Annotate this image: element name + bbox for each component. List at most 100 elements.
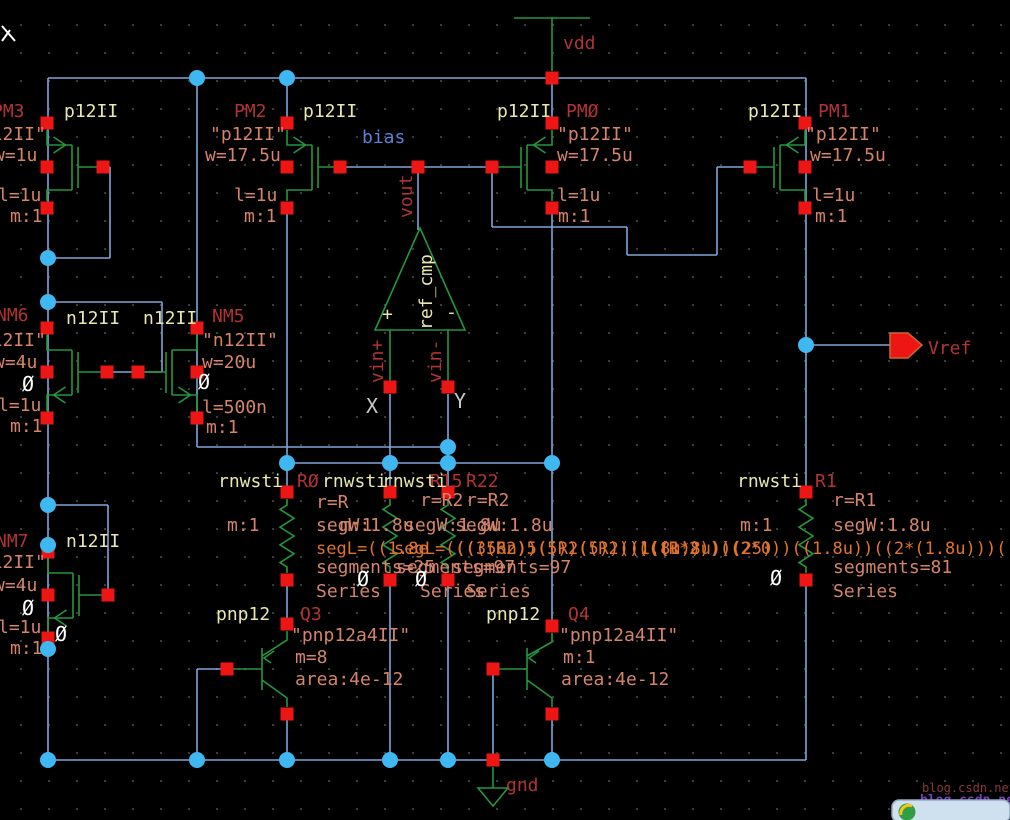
pnp-symbol-Q3[interactable] — [233, 631, 288, 707]
resistor-symbol-R1[interactable] — [797, 499, 815, 573]
vref-label[interactable]: Vref — [928, 338, 971, 359]
pin-square[interactable] — [40, 160, 54, 174]
nm7-l[interactable]: l=1u — [0, 617, 41, 638]
pm1-w[interactable]: w=17.5u — [810, 145, 886, 166]
nm5-w[interactable]: w=20u — [202, 352, 256, 373]
r1-segw[interactable]: segW:1.8u — [833, 515, 931, 536]
pin-square[interactable] — [545, 71, 559, 85]
nm6-cell[interactable]: n12II — [66, 308, 120, 329]
pm0-name[interactable]: PMØ — [566, 101, 599, 122]
rm2-segw[interactable]: segW:1.8u — [455, 515, 553, 536]
opamp-minus[interactable]: - — [446, 302, 457, 323]
pm1-m[interactable]: m:1 — [815, 206, 848, 227]
rm1-r[interactable]: r=R2 — [420, 490, 463, 511]
pm3-w[interactable]: w=1u — [0, 145, 37, 166]
q4-area[interactable]: area:4e-12 — [561, 669, 669, 690]
rm2-series[interactable]: Series — [466, 581, 531, 602]
nm7-name[interactable]: NM7 — [0, 531, 29, 552]
nmos-symbol-NM5[interactable] — [138, 335, 198, 411]
node-y-label[interactable]: Y — [454, 389, 466, 413]
nm6-name[interactable]: NM6 — [0, 305, 29, 326]
pin-square[interactable] — [486, 662, 500, 676]
pm2-name[interactable]: PM2 — [234, 101, 267, 122]
r1-segl[interactable]: (((R*2))((2*0))((1.8u))((2*(1.8u)))((1.8… — [638, 539, 1010, 559]
pm3-l[interactable]: l=1u — [0, 185, 41, 206]
rm2-cell[interactable]: rnwsti — [382, 471, 447, 492]
pm2-w[interactable]: w=17.5u — [205, 145, 281, 166]
pin-square[interactable] — [411, 160, 425, 174]
nm5-name[interactable]: NM5 — [212, 306, 245, 327]
q4-name[interactable]: Q4 — [568, 604, 590, 625]
nm5-m[interactable]: m:1 — [206, 417, 239, 438]
nmos-symbol-NM6[interactable] — [46, 335, 107, 411]
pin-square[interactable] — [280, 707, 294, 721]
r0-r[interactable]: r=R — [316, 492, 349, 513]
r0-cell[interactable]: rnwsti — [218, 471, 283, 492]
pm1-l[interactable]: l=1u — [812, 185, 855, 206]
pmos-symbol-PM0[interactable] — [492, 130, 553, 201]
pin-square[interactable] — [40, 365, 54, 379]
pin-square[interactable] — [486, 753, 500, 767]
q3-model[interactable]: "pnp12a4II" — [291, 625, 410, 646]
nm5-cell[interactable]: n12II — [143, 308, 197, 329]
opamp-cell[interactable]: ref_cmp — [416, 254, 437, 330]
pm3-model[interactable]: "p12II" — [0, 124, 46, 145]
pin-square[interactable] — [101, 588, 115, 602]
gnd-label[interactable]: gnd — [506, 775, 539, 796]
q3-area[interactable]: area:4e-12 — [295, 669, 403, 690]
pm3-m[interactable]: m:1 — [10, 206, 43, 227]
r1-r[interactable]: r=R1 — [833, 490, 876, 511]
noconn-2[interactable]: Ø — [198, 370, 210, 394]
pin-square[interactable] — [280, 201, 294, 215]
pm2-m[interactable]: m:1 — [244, 206, 277, 227]
pmos-symbol-PM1[interactable] — [750, 130, 806, 201]
nm7-m[interactable]: m:1 — [10, 638, 43, 659]
pm2-model[interactable]: "p12II" — [210, 124, 286, 145]
node-x-label[interactable]: X — [366, 394, 378, 418]
pin-square[interactable] — [743, 160, 757, 174]
noconn-4[interactable]: Ø — [55, 622, 67, 646]
noconn-3[interactable]: Ø — [22, 596, 34, 620]
rm2-r[interactable]: r=R2 — [466, 490, 509, 511]
pm3-cell[interactable]: p12II — [64, 101, 118, 122]
bias-net-label[interactable]: bias — [362, 127, 405, 148]
pin-square[interactable] — [280, 160, 294, 174]
nm6-l[interactable]: l=1u — [0, 395, 41, 416]
pmos-symbol-PM3[interactable] — [46, 130, 103, 201]
q4-model[interactable]: "pnp12a4II" — [559, 625, 678, 646]
pm1-name[interactable]: PM1 — [818, 101, 851, 122]
r0-name[interactable]: RØ — [297, 471, 319, 492]
pm1-model[interactable]: "p12II" — [805, 124, 881, 145]
nm6-model[interactable]: "n12II" — [0, 330, 46, 351]
noconn-6[interactable]: Ø — [415, 567, 427, 591]
pin-square[interactable] — [131, 365, 145, 379]
resistor-symbol-R0[interactable] — [278, 499, 296, 573]
q3-name[interactable]: Q3 — [300, 604, 322, 625]
pin-square[interactable] — [100, 365, 114, 379]
nm6-w[interactable]: w=4u — [0, 352, 37, 373]
r1-series[interactable]: Series — [833, 581, 898, 602]
rm2-segments[interactable]: segments=97 — [452, 557, 571, 578]
r1-name[interactable]: R1 — [815, 471, 837, 492]
vinn-net-label[interactable]: vin- — [425, 340, 446, 383]
vdd-label[interactable]: vdd — [563, 33, 596, 54]
vout-net-label[interactable]: vout — [396, 175, 417, 218]
pm0-l[interactable]: l=1u — [557, 185, 600, 206]
pmos-symbol-PM2[interactable] — [286, 130, 340, 201]
noconn-5[interactable]: Ø — [357, 567, 369, 591]
pin-square[interactable] — [545, 707, 559, 721]
pin-square[interactable] — [280, 573, 294, 587]
nm7-model[interactable]: "n12II" — [0, 552, 46, 573]
pm0-model[interactable]: "p12II" — [557, 124, 633, 145]
pin-square[interactable] — [485, 160, 499, 174]
pnp-symbol-Q4[interactable] — [499, 633, 553, 707]
pin-square[interactable] — [96, 160, 110, 174]
q3-m[interactable]: m=8 — [295, 647, 328, 668]
pm1-cell[interactable]: p12II — [748, 101, 802, 122]
noconn-7[interactable]: Ø — [770, 566, 782, 590]
q3-cell[interactable]: pnp12 — [216, 604, 270, 625]
pin-square[interactable] — [545, 619, 559, 633]
pm0-m[interactable]: m:1 — [558, 206, 591, 227]
nm5-model[interactable]: "n12II" — [202, 330, 278, 351]
pm2-l[interactable]: l=1u — [234, 185, 277, 206]
